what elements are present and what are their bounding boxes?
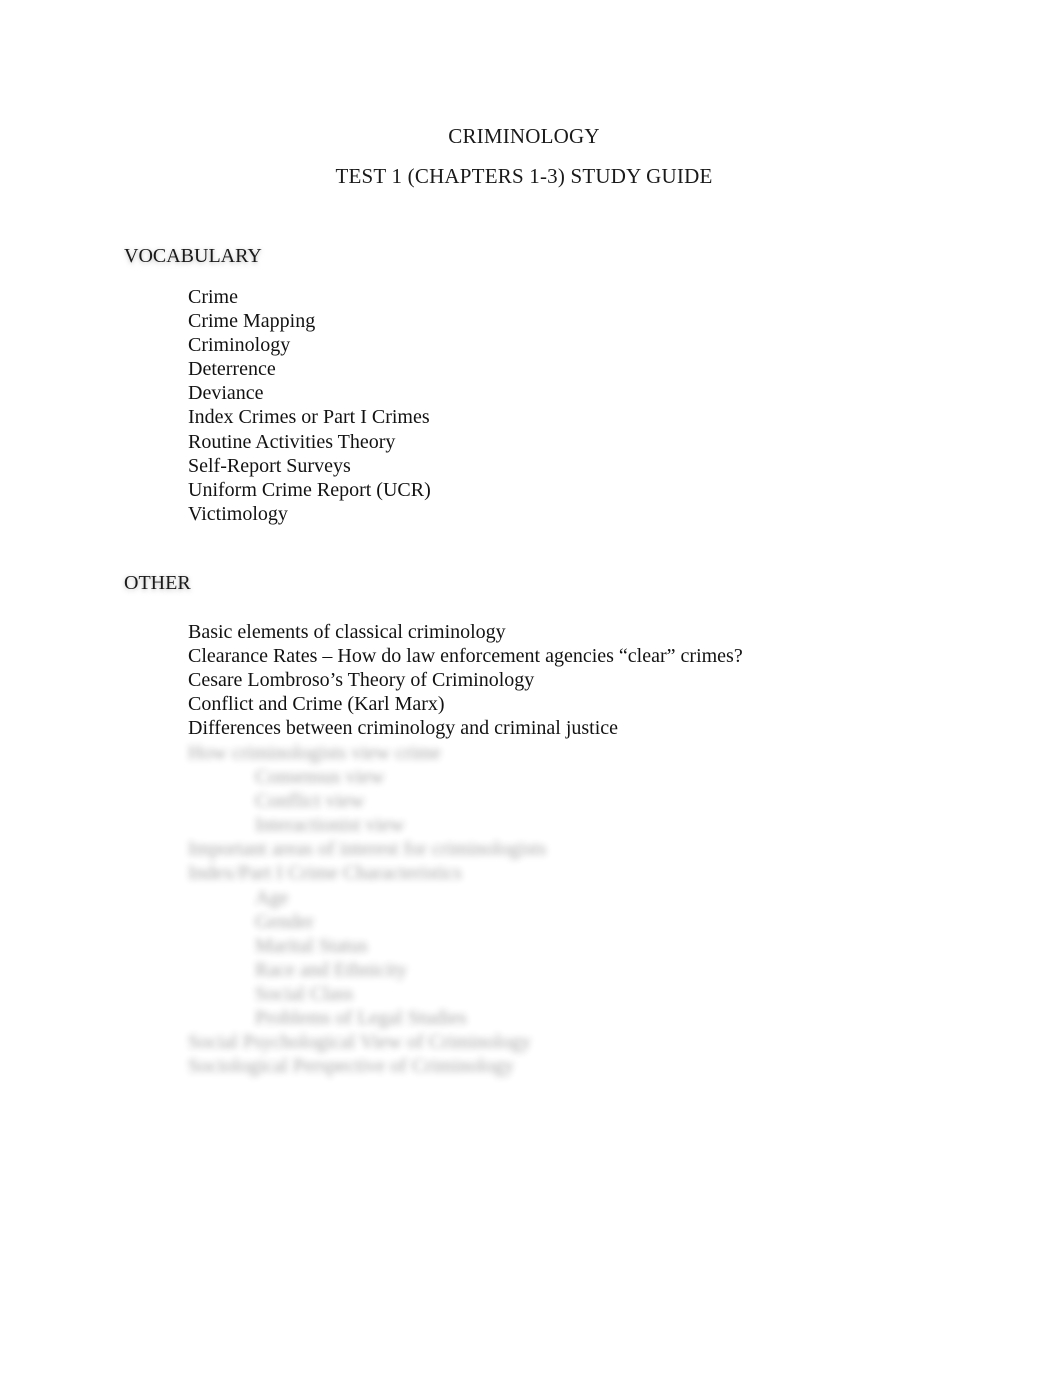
list-item: Crime bbox=[188, 286, 238, 308]
obscured-list-item: Problems of Legal Studies bbox=[255, 1007, 467, 1030]
obscured-list-item: Important areas of interest for criminol… bbox=[188, 838, 547, 861]
list-item: Deviance bbox=[188, 382, 264, 405]
list-item: Differences between criminology and crim… bbox=[188, 717, 619, 740]
obscured-list-item: Social Psychological View of Criminology bbox=[188, 1031, 531, 1054]
page-subtitle: TEST 1 (CHAPTERS 1-3) STUDY GUIDE bbox=[335, 164, 713, 188]
obscured-list-item: Age bbox=[255, 886, 289, 909]
list-item: Conflict and Crime (Karl Marx) bbox=[188, 693, 445, 716]
document-page: CRIMINOLOGY TEST 1 (CHAPTERS 1-3) STUDY … bbox=[0, 0, 1062, 1377]
document-title-block: CRIMINOLOGY TEST 1 (CHAPTERS 1-3) STUDY … bbox=[0, 122, 1048, 190]
section-heading-other: OTHER bbox=[124, 572, 191, 594]
list-item: Clearance Rates – How do law enforcement… bbox=[188, 645, 743, 668]
list-item: Routine Activities Theory bbox=[188, 430, 396, 453]
obscured-list-item: Index/Part I Crime Characteristics bbox=[188, 862, 462, 885]
page-title: CRIMINOLOGY bbox=[448, 124, 600, 148]
obscured-list-item: Marital Status bbox=[255, 934, 368, 957]
list-item: Index Crimes or Part I Crimes bbox=[188, 406, 430, 429]
other-list: Basic elements of classical criminology … bbox=[188, 620, 743, 740]
obscured-list-item: How criminologists view crime bbox=[188, 742, 441, 764]
obscured-list-item: Interactionist view bbox=[255, 814, 405, 837]
list-item: Self-Report Surveys bbox=[188, 454, 351, 477]
list-item: Victimology bbox=[188, 502, 288, 525]
list-item: Basic elements of classical criminology bbox=[188, 621, 506, 643]
vocabulary-list: Crime Crime Mapping Criminology Deterren… bbox=[188, 285, 431, 526]
obscured-list-item: Consensus view bbox=[255, 766, 385, 789]
list-item: Crime Mapping bbox=[188, 310, 316, 333]
section-heading-vocabulary: VOCABULARY bbox=[124, 245, 262, 267]
list-item: Criminology bbox=[188, 334, 291, 357]
list-item: Deterrence bbox=[188, 358, 276, 381]
obscured-list-item: Social Class bbox=[255, 982, 354, 1005]
list-item: Uniform Crime Report (UCR) bbox=[188, 478, 431, 501]
obscured-list-item: Conflict view bbox=[255, 790, 365, 813]
obscured-text-block: How criminologists view crime Consensus … bbox=[188, 741, 546, 1078]
obscured-list-item: Sociological Perspective of Criminology bbox=[188, 1055, 515, 1078]
obscured-list-item: Race and Ethnicity bbox=[255, 958, 408, 981]
list-item: Cesare Lombroso’s Theory of Criminology bbox=[188, 669, 535, 692]
obscured-list-item: Gender bbox=[255, 910, 314, 933]
